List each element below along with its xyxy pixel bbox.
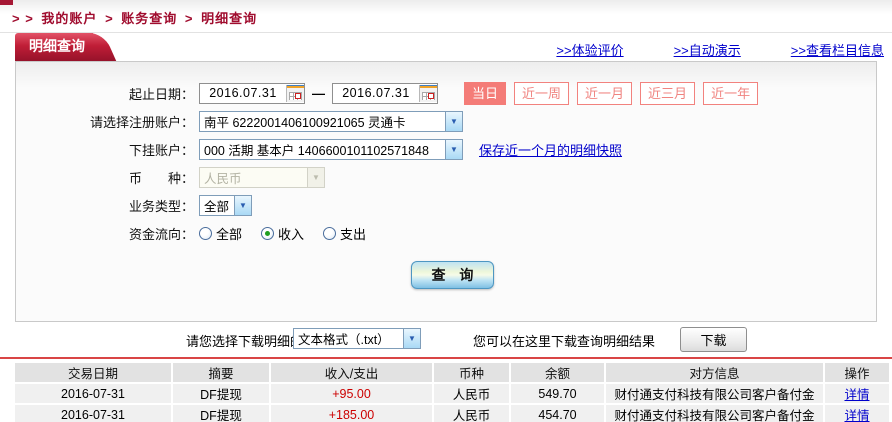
col-header-action: 操作 [825, 363, 889, 382]
breadcrumb-separator: > [185, 11, 194, 26]
tab-detail-query[interactable]: 明细查询 [15, 33, 93, 61]
currency-label: 币 种： [16, 168, 194, 187]
cell-counterparty: 财付通支付科技有限公司客户备付金 [606, 384, 823, 403]
query-form-panel: 起止日期： 2016.07.31 — 2016.07.31 当日 近一周 近一月… [15, 61, 877, 322]
fund-flow-row: 资金流向： 全部 收入 支出 [16, 222, 876, 244]
cell-amount: +95.00 [271, 384, 432, 403]
breadcrumb-prefix: > > [12, 11, 34, 26]
currency-value: 人民币 [200, 168, 307, 187]
radio-icon[interactable] [199, 227, 212, 240]
breadcrumb-item-detail-query[interactable]: 明细查询 [201, 11, 257, 26]
register-account-row: 请选择注册账户： 南平 6222001406100921065 灵通卡 ▼ [16, 110, 876, 132]
cell-summary: DF提现 [173, 405, 269, 422]
divider-line [0, 32, 892, 33]
corner-mark [0, 0, 13, 5]
flow-option-income-label: 收入 [278, 224, 304, 243]
radio-icon[interactable] [261, 227, 274, 240]
sub-account-value: 000 活期 基本户 1406600101102571848 [200, 140, 445, 159]
download-row: 请您选择下载明细的格式 文本格式（.txt） ▼ 您可以在这里下载查询明细结果 … [0, 326, 892, 354]
register-account-label: 请选择注册账户： [16, 112, 194, 131]
link-auto-demo[interactable]: >>自动演示 [674, 40, 741, 59]
breadcrumb-item-account-query[interactable]: 账务查询 [121, 11, 177, 26]
chevron-down-icon[interactable]: ▼ [445, 112, 462, 131]
sub-account-row: 下挂账户： 000 活期 基本户 1406600101102571848 ▼ 保… [16, 138, 876, 160]
chevron-down-icon[interactable]: ▼ [403, 329, 420, 348]
link-view-column-info[interactable]: >>查看栏目信息 [791, 40, 884, 59]
date-separator: — [312, 86, 325, 101]
breadcrumb: > > 我的账户 > 账务查询 > 明细查询 [12, 8, 260, 27]
table-header-row: 交易日期 摘要 收入/支出 币种 余额 对方信息 操作 [15, 363, 889, 382]
col-header-currency: 币种 [434, 363, 509, 382]
cell-currency: 人民币 [434, 384, 509, 403]
calendar-icon[interactable] [419, 85, 437, 102]
register-account-value: 南平 6222001406100921065 灵通卡 [200, 112, 445, 131]
detail-link[interactable]: 详情 [844, 409, 869, 422]
cell-balance: 454.70 [511, 405, 604, 422]
quick-range-year-button[interactable]: 近一年 [703, 82, 758, 105]
download-hint: 您可以在这里下载查询明细结果 [473, 331, 655, 350]
flow-option-income[interactable]: 收入 [261, 224, 304, 243]
cell-balance: 549.70 [511, 384, 604, 403]
date-range-row: 起止日期： 2016.07.31 — 2016.07.31 当日 近一周 近一月… [16, 82, 876, 104]
currency-row: 币 种： 人民币 ▼ [16, 166, 876, 188]
transaction-table: 交易日期 摘要 收入/支出 币种 余额 对方信息 操作 2016-07-31 D… [13, 361, 891, 422]
quick-range-quarter-button[interactable]: 近三月 [640, 82, 695, 105]
sub-account-label: 下挂账户： [16, 140, 194, 159]
table-row: 2016-07-31 DF提现 +185.00 人民币 454.70 财付通支付… [15, 405, 889, 422]
chevron-down-icon: ▼ [307, 168, 324, 187]
cell-counterparty: 财付通支付科技有限公司客户备付金 [606, 405, 823, 422]
col-header-date: 交易日期 [15, 363, 171, 382]
link-experience-rating[interactable]: >>体验评价 [556, 40, 623, 59]
cell-currency: 人民币 [434, 405, 509, 422]
cell-amount: +185.00 [271, 405, 432, 422]
biz-type-value: 全部 [200, 196, 234, 215]
flow-option-expense-label: 支出 [340, 224, 366, 243]
currency-select: 人民币 ▼ [199, 167, 325, 188]
breadcrumb-item-my-account[interactable]: 我的账户 [41, 11, 97, 26]
register-account-select[interactable]: 南平 6222001406100921065 灵通卡 ▼ [199, 111, 463, 132]
biz-type-label: 业务类型： [16, 196, 194, 215]
save-snapshot-link[interactable]: 保存近一个月的明细快照 [479, 140, 622, 159]
chevron-down-icon[interactable]: ▼ [445, 140, 462, 159]
cell-date: 2016-07-31 [15, 405, 171, 422]
query-button[interactable]: 查 询 [411, 261, 494, 289]
cell-date: 2016-07-31 [15, 384, 171, 403]
date-from-input[interactable]: 2016.07.31 [199, 83, 305, 104]
download-format-select[interactable]: 文本格式（.txt） ▼ [293, 328, 421, 349]
breadcrumb-separator: > [105, 11, 114, 26]
download-format-value: 文本格式（.txt） [294, 329, 403, 348]
col-header-balance: 余额 [511, 363, 604, 382]
radio-icon[interactable] [323, 227, 336, 240]
col-header-counterparty: 对方信息 [606, 363, 823, 382]
red-divider-line [0, 357, 892, 359]
date-to-input[interactable]: 2016.07.31 [332, 83, 438, 104]
tab-title: 明细查询 [29, 38, 85, 54]
biz-type-row: 业务类型： 全部 ▼ [16, 194, 876, 216]
header-links: >>体验评价 >>自动演示 >>查看栏目信息 [556, 40, 884, 59]
flow-option-expense[interactable]: 支出 [323, 224, 366, 243]
detail-link[interactable]: 详情 [844, 388, 869, 402]
cell-summary: DF提现 [173, 384, 269, 403]
date-from-value[interactable]: 2016.07.31 [200, 86, 286, 100]
biz-type-select[interactable]: 全部 ▼ [199, 195, 252, 216]
fund-flow-label: 资金流向： [16, 224, 194, 243]
detail-query-page: > > 我的账户 > 账务查询 > 明细查询 明细查询 >>体验评价 >>自动演… [0, 0, 892, 422]
quick-range-month-button[interactable]: 近一月 [577, 82, 632, 105]
table-row: 2016-07-31 DF提现 +95.00 人民币 549.70 财付通支付科… [15, 384, 889, 403]
flow-option-all[interactable]: 全部 [199, 224, 242, 243]
date-range-label: 起止日期： [16, 84, 194, 103]
calendar-icon[interactable] [286, 85, 304, 102]
download-button[interactable]: 下载 [680, 327, 747, 352]
col-header-amount: 收入/支出 [271, 363, 432, 382]
sub-account-select[interactable]: 000 活期 基本户 1406600101102571848 ▼ [199, 139, 463, 160]
chevron-down-icon[interactable]: ▼ [234, 196, 251, 215]
quick-range-week-button[interactable]: 近一周 [514, 82, 569, 105]
date-to-value[interactable]: 2016.07.31 [333, 86, 419, 100]
flow-option-all-label: 全部 [216, 224, 242, 243]
quick-range-today-button[interactable]: 当日 [464, 82, 506, 105]
col-header-summary: 摘要 [173, 363, 269, 382]
